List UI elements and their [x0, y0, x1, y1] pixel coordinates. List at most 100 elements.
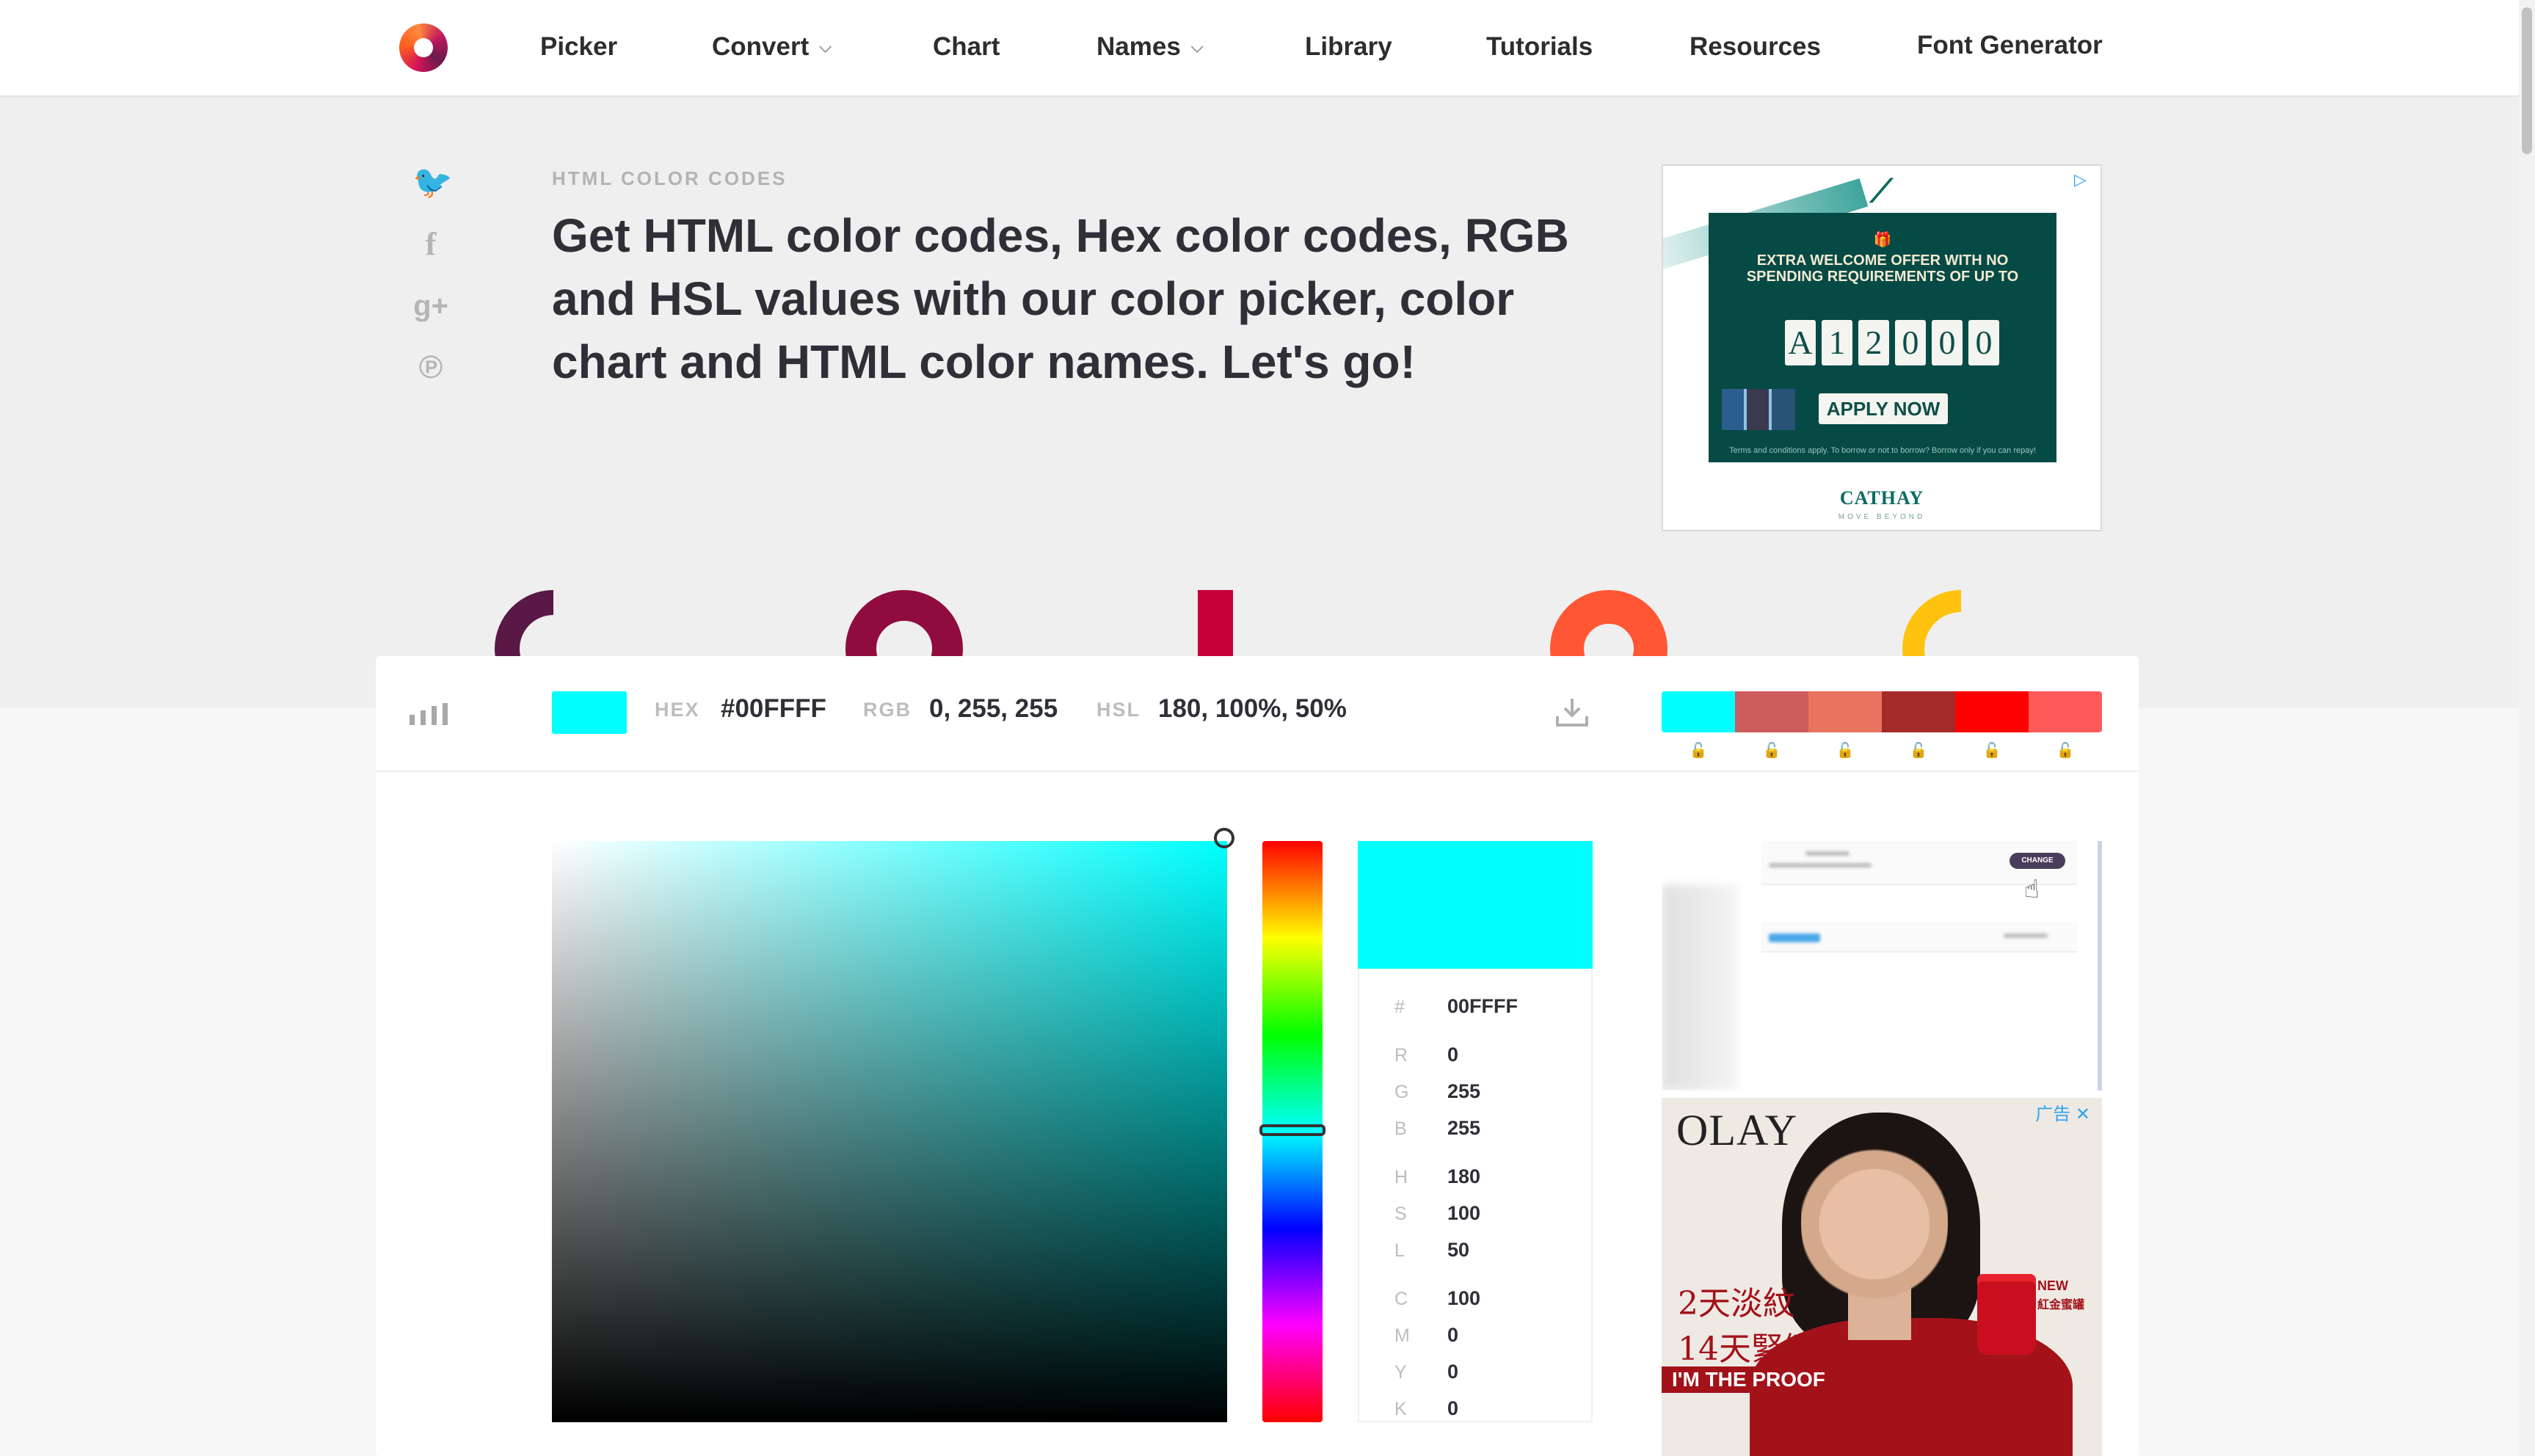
hue-slider-handle[interactable]	[1259, 1124, 1325, 1136]
decor-shape-2	[845, 590, 963, 660]
lock-icon[interactable]: 🔓	[1808, 741, 1882, 759]
ad-apply-button[interactable]: APPLY NOW	[1819, 393, 1948, 424]
palette-swatch[interactable]	[1662, 691, 1735, 732]
ad-card-images	[1722, 389, 1795, 430]
hand-cursor-icon: ☝	[2024, 876, 2040, 903]
olay-logo: OLAY	[1676, 1106, 1798, 1154]
page-scrollbar[interactable]	[2519, 0, 2535, 1456]
ad-blurred-image	[1662, 885, 1738, 1091]
nav-tutorials[interactable]: Tutorials	[1486, 32, 1593, 62]
ad-close-icon[interactable]: 广告 ✕	[2035, 1099, 2090, 1125]
m-field[interactable]	[1447, 1324, 1565, 1347]
palette-swatch[interactable]	[1735, 691, 1808, 732]
s-field-label: S	[1394, 1204, 1407, 1224]
saturation-brightness-handle[interactable]	[1214, 828, 1234, 848]
decor-shape-4	[1550, 590, 1667, 660]
rgb-value[interactable]: 0, 255, 255	[929, 694, 1058, 724]
decor-shape-5	[1902, 590, 1961, 660]
ad-model-face	[1801, 1127, 1948, 1303]
b-field[interactable]	[1447, 1117, 1565, 1140]
current-color-swatch	[552, 691, 627, 734]
google-plus-icon[interactable]: g+	[412, 288, 449, 324]
rgb-label: RGB	[863, 699, 912, 721]
value-row-hex: #	[1359, 991, 1591, 1020]
section-eyebrow: HTML COLOR CODES	[552, 167, 788, 189]
g-field[interactable]	[1447, 1080, 1565, 1103]
ad-olay-proof: I'M THE PROOF	[1662, 1366, 1836, 1393]
m-field-label: M	[1394, 1325, 1410, 1346]
decor-ring	[845, 590, 963, 660]
hex-field[interactable]	[1447, 995, 1565, 1018]
palette-swatch[interactable]	[1808, 691, 1882, 732]
cathay-logo-icon: ⟋	[1870, 173, 1893, 209]
nav-picker[interactable]: Picker	[540, 32, 617, 62]
ad-brand-tagline: MOVE BEYOND	[1838, 513, 1926, 521]
value-row-s: S	[1359, 1198, 1591, 1227]
ad-offer-text: EXTRA WELCOME OFFER WITH NO SPENDING REQ…	[1746, 252, 2019, 285]
scrollbar-thumb[interactable]	[2522, 7, 2532, 154]
s-field[interactable]	[1447, 1202, 1565, 1225]
ad-amount-digit: A	[1785, 320, 1816, 365]
hsl-value[interactable]: 180, 100%, 50%	[1158, 694, 1347, 724]
nav-convert[interactable]: Convert ⌵	[712, 32, 832, 62]
k-field-label: K	[1394, 1399, 1407, 1419]
nav-convert-label: Convert	[712, 32, 810, 61]
decor-ring	[1550, 590, 1667, 660]
r-field[interactable]	[1447, 1044, 1565, 1066]
chevron-down-icon: ⌵	[1190, 37, 1204, 56]
palette-swatch[interactable]	[2029, 691, 2102, 732]
facebook-icon[interactable]: f	[412, 226, 449, 263]
nav-chart[interactable]: Chart	[933, 32, 1000, 62]
ad-product-jar	[1977, 1274, 2036, 1355]
ad-banner-olay[interactable]: OLAY 广告 ✕ 2天淡紋 14天緊緻 I'M THE PROOF NEW 紅…	[1662, 1098, 2102, 1456]
nav-library-label: Library	[1305, 32, 1392, 61]
lock-icon[interactable]: 🔓	[2029, 741, 2102, 759]
value-row-b: B	[1359, 1113, 1591, 1142]
ad-banner-top[interactable]: ▷ ⟋ 🎁 EXTRA WELCOME OFFER WITH NO SPENDI…	[1662, 164, 2102, 531]
decor-ring	[1902, 590, 1961, 660]
k-field[interactable]	[1447, 1397, 1565, 1420]
r-field-label: R	[1394, 1045, 1408, 1066]
palette-swatch[interactable]	[1955, 691, 2029, 732]
palette-swatch[interactable]	[1882, 691, 1955, 732]
ad-choices-icon[interactable]: ▷	[2074, 172, 2090, 188]
hex-value[interactable]: #00FFFF	[721, 694, 826, 724]
gift-icon: 🎁	[1873, 232, 1892, 248]
lock-icon[interactable]: 🔓	[1955, 741, 2029, 759]
ad-change-button[interactable]: CHANGE	[2010, 853, 2065, 869]
pinterest-icon[interactable]: ℗	[412, 349, 449, 386]
value-row-g: G	[1359, 1076, 1591, 1105]
lock-icon[interactable]: 🔓	[1882, 741, 1955, 759]
color-info-bar: HEX #00FFFF RGB 0, 255, 255 HSL 180, 100…	[376, 656, 2139, 772]
lock-icon[interactable]: 🔓	[1735, 741, 1808, 759]
ad-offer-card: 🎁 EXTRA WELCOME OFFER WITH NO SPENDING R…	[1709, 213, 2056, 462]
saturation-brightness-area[interactable]	[552, 841, 1227, 1422]
ad-blurred-row	[1761, 922, 2077, 953]
nav-names-label: Names	[1096, 32, 1181, 61]
ad-amount-digit: 2	[1858, 320, 1889, 365]
c-field[interactable]	[1447, 1287, 1565, 1310]
value-row-m: M	[1359, 1320, 1591, 1349]
nav-resources[interactable]: Resources	[1690, 32, 1821, 62]
nav-library[interactable]: Library	[1305, 32, 1392, 62]
download-icon[interactable]	[1554, 696, 1590, 728]
color-palette	[1662, 691, 2102, 732]
ad-olay-new: NEW	[2037, 1278, 2068, 1293]
hex-label: HEX	[655, 699, 700, 721]
page-headline: Get HTML color codes, Hex color codes, R…	[552, 209, 1569, 388]
y-field[interactable]	[1447, 1361, 1565, 1383]
hex-field-label: #	[1394, 997, 1405, 1017]
site-logo[interactable]	[399, 23, 448, 72]
ad-olay-new-sub: 紅金蜜罐	[2037, 1299, 2085, 1311]
ad-amount-digit: 0	[1968, 320, 1999, 365]
top-navigation: Picker Convert ⌵ Chart Names ⌵ Library Tut…	[0, 0, 2535, 97]
chart-bars-icon[interactable]	[410, 699, 448, 725]
twitter-icon[interactable]: 🐦	[412, 164, 453, 201]
h-field[interactable]	[1447, 1165, 1565, 1188]
nav-font-generator[interactable]: Font Generator	[1917, 31, 2103, 60]
ad-amount: A 1 2 0 0 0	[1785, 320, 1999, 365]
nav-names[interactable]: Names ⌵	[1096, 32, 1203, 62]
l-field[interactable]	[1447, 1239, 1565, 1262]
color-values-panel: # R G B H S L C M Y K	[1358, 841, 1593, 1422]
lock-icon[interactable]: 🔓	[1662, 741, 1735, 759]
